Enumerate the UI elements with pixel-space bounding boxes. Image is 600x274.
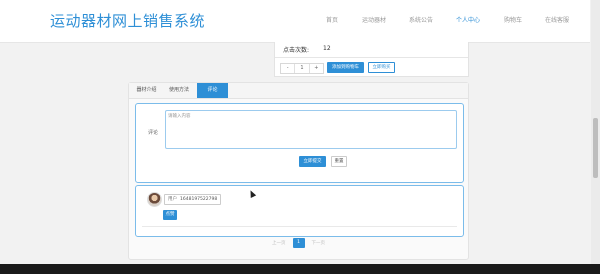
nav-announcements[interactable]: 系统公告 [409,15,433,24]
nav-home[interactable]: 首页 [326,15,338,24]
plus-button[interactable]: + [310,64,323,73]
avatar [147,192,162,207]
nav-equipment[interactable]: 运动器材 [362,15,386,24]
tab-usage[interactable]: 使用方法 [164,83,194,98]
next-page-button[interactable]: 下一页 [309,240,329,246]
like-button[interactable]: 点赞 [163,210,177,220]
vertical-scrollbar[interactable] [591,0,600,264]
scroll-thumb[interactable] [593,118,598,178]
buy-now-button[interactable]: 立即购买 [368,62,395,73]
comment-form: 评论 请输入内容 立即提交 重置 [135,103,464,183]
purchase-row: - 1 + 添加到购物车 立即购买 [275,57,468,77]
reset-button[interactable]: 重置 [331,156,347,167]
review-divider [142,226,457,227]
nav-personal-center[interactable]: 个人中心 [456,15,480,24]
site-title[interactable]: 运动器材网上销售系统 [50,10,205,31]
add-to-cart-button[interactable]: 添加到购物车 [327,62,364,73]
quantity-input[interactable]: 1 [294,64,310,73]
prev-page-button[interactable]: 上一页 [269,240,289,246]
nav-customer-service[interactable]: 在线客服 [545,15,569,24]
minus-button[interactable]: - [281,64,294,73]
comment-textarea[interactable]: 请输入内容 [165,110,457,149]
pagination: 上一页 1 下一页 [269,238,328,248]
product-info-panel: 点击次数: 12 - 1 + 添加到购物车 立即购买 [274,42,469,77]
nav-cart[interactable]: 购物车 [504,15,522,24]
tab-equipment-intro[interactable]: 器材介绍 [133,83,160,98]
detail-card: 器材介绍 使用方法 评论 评论 请输入内容 立即提交 重置 用户 16481975… [128,82,469,260]
click-count-value: 12 [323,45,331,52]
click-count-label: 点击次数: [283,47,310,54]
review-user-tag: 用户 1648197522798 [164,194,222,205]
submit-button[interactable]: 立即提交 [299,156,326,167]
review-list: 用户 1648197522798 点赞 [135,185,464,237]
tab-comments[interactable]: 评论 [197,83,228,98]
user-name: 1648197522798 [180,197,218,202]
user-label: 用户 [168,197,177,202]
detail-tabs: 器材介绍 使用方法 评论 [129,83,468,99]
page-current[interactable]: 1 [292,238,305,248]
quantity-stepper[interactable]: - 1 + [280,63,324,74]
taskbar [0,264,600,274]
comment-label: 评论 [148,130,159,136]
top-navbar: 运动器材网上销售系统 首页 运动器材 系统公告 个人中心 购物车 在线客服 [0,0,590,43]
